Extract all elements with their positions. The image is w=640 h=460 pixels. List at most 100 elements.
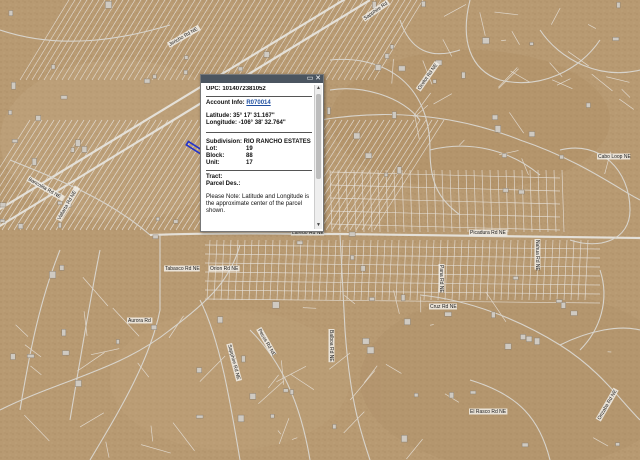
street-label: Picadura Rd NE	[469, 229, 508, 236]
building	[11, 139, 18, 143]
building	[58, 222, 62, 229]
building	[461, 71, 466, 79]
building	[270, 414, 275, 419]
building	[196, 414, 204, 419]
building	[362, 338, 370, 345]
divider	[206, 96, 312, 97]
building	[184, 55, 189, 60]
unit-label: Unit:	[206, 160, 220, 166]
block-value: 88	[246, 153, 253, 159]
building	[237, 414, 245, 423]
building	[401, 294, 406, 302]
subdivision-row: Subdivision: RIO RANCHO ESTATES	[206, 139, 312, 146]
street-label: Cruz Rd NE	[429, 303, 457, 310]
svg-text:Cabo Loop NE: Cabo Loop NE	[598, 154, 631, 160]
longitude-label: Longitude:	[206, 120, 237, 126]
building	[529, 42, 534, 46]
building	[350, 254, 355, 261]
street-label: Nahua Rd NE	[534, 239, 541, 272]
upc-value: 1014072381052	[222, 86, 266, 92]
building	[360, 265, 366, 272]
divider	[206, 170, 312, 171]
building	[501, 153, 507, 158]
account-link[interactable]: R070014	[246, 100, 270, 106]
building	[61, 328, 67, 337]
building	[51, 64, 56, 70]
subdivision-label: Subdivision:	[206, 139, 242, 145]
building	[49, 271, 57, 279]
building	[585, 102, 591, 108]
building	[502, 188, 509, 193]
svg-text:Aurora Rd: Aurora Rd	[128, 318, 151, 324]
building	[155, 217, 160, 222]
latitude-value: 35° 17' 31.167"	[233, 113, 275, 119]
lot-value: 19	[246, 146, 253, 152]
account-row: Account Info: R070014	[206, 100, 312, 107]
svg-text:Picadura Rd NE: Picadura Rd NE	[470, 230, 507, 236]
popup-titlebar[interactable]: ▭ ✕	[201, 75, 323, 83]
building	[401, 435, 408, 443]
svg-text:Balboa Rd NE: Balboa Rd NE	[328, 330, 334, 362]
building	[289, 389, 294, 395]
building	[348, 231, 356, 237]
building	[449, 392, 454, 399]
street-label: Pana Rd NE	[438, 264, 445, 293]
building	[353, 132, 361, 140]
building	[366, 346, 375, 354]
unit-row: Unit: 17	[206, 160, 312, 167]
building	[432, 79, 437, 84]
street-label: El Rasco Rd NE	[469, 408, 508, 415]
scroll-down-icon[interactable]: ▼	[315, 222, 322, 229]
upc-label: UPC:	[206, 86, 221, 92]
lot-row: Lot: 19	[206, 146, 312, 153]
building	[559, 154, 564, 160]
latitude-label: Latitude:	[206, 113, 232, 119]
divider	[206, 132, 312, 133]
building	[374, 64, 382, 71]
block-label: Block:	[206, 153, 225, 159]
street-label: Orion Rd NE	[209, 265, 240, 272]
location-note: Please Note: Latitude and Longitude is t…	[206, 194, 310, 214]
building	[62, 350, 70, 356]
latitude-row: Latitude: 35° 17' 31.167"	[206, 113, 312, 120]
building	[491, 311, 496, 319]
building	[384, 53, 390, 59]
building	[116, 339, 120, 345]
block-row: Block: 88	[206, 153, 312, 160]
building	[421, 1, 426, 8]
building	[35, 115, 42, 121]
building	[616, 2, 621, 9]
building	[560, 302, 566, 309]
building	[396, 166, 402, 174]
building	[150, 324, 158, 330]
upc-row: UPC: 1014072381052	[206, 86, 312, 93]
building	[11, 81, 16, 90]
building	[512, 276, 519, 280]
building	[144, 78, 151, 84]
street-label: Aurora Rd	[127, 317, 153, 324]
unit-value: 17	[246, 160, 253, 166]
scroll-thumb[interactable]	[316, 94, 321, 179]
scroll-up-icon[interactable]: ▲	[315, 85, 322, 92]
svg-text:El Rasco Rd NE: El Rasco Rd NE	[470, 409, 507, 415]
street-label: Cabo Loop NE	[597, 153, 631, 160]
svg-text:Orion Rd NE: Orion Rd NE	[210, 266, 239, 272]
building	[327, 107, 331, 115]
svg-text:Cruz Rd NE: Cruz Rd NE	[430, 304, 457, 310]
building	[482, 37, 490, 45]
building	[183, 69, 188, 75]
building	[152, 74, 157, 79]
popup-scrollbar[interactable]: ▲ ▼	[314, 85, 322, 229]
building	[615, 442, 620, 447]
building	[525, 335, 533, 342]
building	[521, 442, 529, 448]
building	[520, 334, 526, 340]
building	[70, 147, 75, 153]
popup-body: UPC: 1014072381052 Account Info: R070014…	[206, 86, 312, 229]
close-icon[interactable]: ✕	[314, 75, 322, 83]
building	[556, 299, 563, 303]
building	[26, 354, 35, 359]
minimize-icon[interactable]: ▭	[306, 75, 314, 83]
street-label: Tabasco Rd NE	[164, 265, 200, 272]
building	[75, 139, 81, 147]
